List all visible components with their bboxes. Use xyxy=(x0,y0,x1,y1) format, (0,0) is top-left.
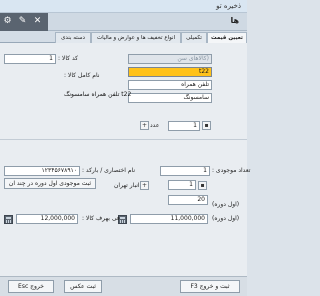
exit-button[interactable]: خروج Esc xyxy=(8,280,54,293)
tab-category[interactable]: دسته بندی xyxy=(55,32,91,43)
brand-input[interactable]: سامسونگ xyxy=(128,93,212,103)
app-window: ذخیره تو ⚙ ✎ ✕ ها دسته بندی انواع تخفیف … xyxy=(0,0,251,296)
tab-pricing[interactable]: تعیین قیمت xyxy=(207,32,247,43)
code-label: کد کالا : xyxy=(58,55,78,62)
period-label: (اول دوره) xyxy=(212,201,240,208)
tab-supplementary[interactable]: تکمیلی xyxy=(181,32,207,43)
category-input[interactable]: تلفن همراه xyxy=(128,80,212,90)
purchase-price-input[interactable]: 11,000,000 xyxy=(130,214,208,224)
sale-price-label: فی بهرف کالا : xyxy=(82,215,120,222)
code-input[interactable]: 1 xyxy=(4,54,56,64)
warehouse-picker-button[interactable]: ▪ xyxy=(198,181,207,190)
purchase-price-label: (اول دوره) xyxy=(212,215,240,222)
gear-icon[interactable]: ⚙ xyxy=(2,16,13,27)
initial-stock-input[interactable]: 1 xyxy=(160,166,210,176)
toolbar-title: ها xyxy=(230,16,239,25)
name-input[interactable]: t22 xyxy=(128,67,212,77)
form-panel: 1 کد کالا : (کالاهای سن نام کامل کالا : … xyxy=(0,43,251,276)
divider xyxy=(0,139,247,140)
close-icon[interactable]: ✕ xyxy=(32,16,43,27)
add-unit-button[interactable]: + xyxy=(140,121,149,130)
warehouse-input[interactable]: 1 xyxy=(168,180,196,190)
barcode-label: نام اختصاری / بارکد : xyxy=(82,167,136,174)
calculator-icon[interactable] xyxy=(4,215,13,224)
add-photo-button[interactable]: ثبت عکس xyxy=(64,280,102,293)
save-and-exit-button[interactable]: ثبت و خروج F3 xyxy=(180,280,240,293)
secondary-name-input[interactable]: (کالاهای سن xyxy=(128,54,212,64)
title-bar: ذخیره تو xyxy=(0,0,247,13)
tab-discounts-taxes[interactable]: انواع تخفیف ها و عوارض و مالیات xyxy=(91,32,181,43)
wrench-icon[interactable]: ✎ xyxy=(17,16,28,27)
window-title: ذخیره تو xyxy=(216,2,241,10)
warehouse-label: انبار تهران xyxy=(114,182,140,189)
period-input[interactable]: 20 xyxy=(168,195,208,205)
initial-stock-label: تعداد موجودی : xyxy=(212,167,251,174)
full-name-display: t22 تلفن همراه سامسونگ xyxy=(64,91,132,98)
toolbar: ⚙ ✎ ✕ ها xyxy=(0,13,247,31)
sale-price-input[interactable]: 12,000,000 xyxy=(16,214,78,224)
count-picker-button[interactable]: ▪ xyxy=(202,121,211,130)
save-initial-stock-button[interactable]: ثبت موجودی اول دوره در چند ان xyxy=(4,178,96,189)
warehouse-add-button[interactable]: + xyxy=(140,181,149,190)
count-unit-label: عدد xyxy=(150,122,160,129)
toolbar-icon-group: ⚙ ✎ ✕ xyxy=(0,13,48,31)
tab-strip: دسته بندی انواع تخفیف ها و عوارض و مالیا… xyxy=(0,31,247,43)
full-name-label: نام کامل کالا : xyxy=(64,72,100,79)
barcode-input[interactable]: ۱۲۳۴۵۶۷۸۹۱۰ xyxy=(4,166,80,176)
count-input[interactable]: 1 xyxy=(168,121,200,131)
